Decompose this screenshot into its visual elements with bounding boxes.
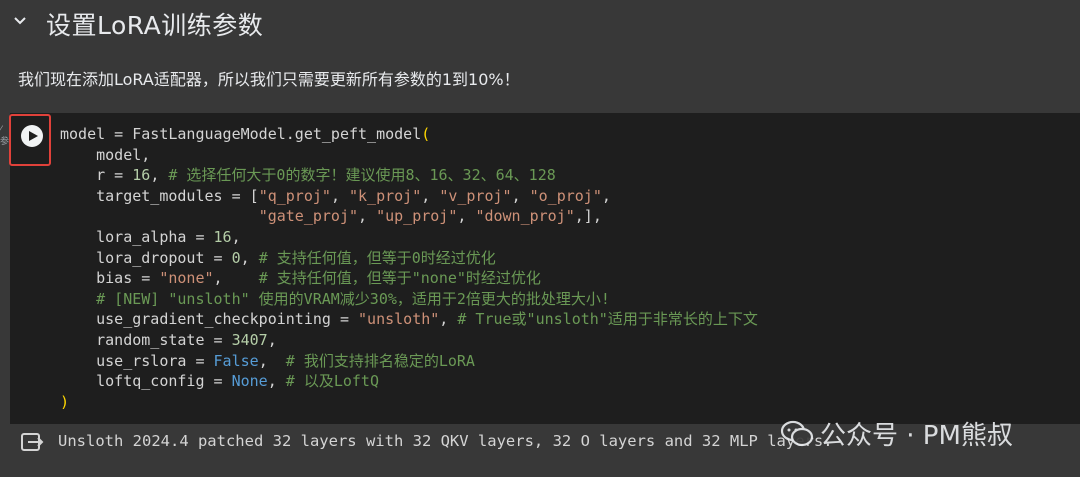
- chevron-down-icon[interactable]: [12, 13, 28, 29]
- gutter-marker: ⁄ 参: [0, 125, 10, 147]
- code-line: target_modules = ["q_proj", "k_proj", "v…: [60, 186, 758, 207]
- code-token: "q_proj": [258, 186, 331, 205]
- watermark-text: 公众号 · PM熊叔: [820, 421, 1013, 451]
- code-token: use_gradient_checkpointing =: [60, 310, 359, 329]
- code-token: random_state =: [60, 330, 232, 349]
- code-token: ,: [511, 186, 530, 205]
- code-token: "none": [159, 269, 214, 288]
- code-line: loftq_config = None, # 以及LoftQ: [60, 371, 758, 392]
- code-token: # 支持任何值，但等于"none"时经过优化: [258, 269, 541, 288]
- code-token: loftq_config =: [60, 372, 232, 391]
- code-token: lora_dropout =: [60, 248, 232, 267]
- code-token: ,],: [574, 207, 602, 226]
- code-token: ,: [358, 207, 377, 226]
- code-token: 0: [231, 248, 241, 267]
- code-token: "v_proj": [439, 186, 512, 205]
- section-title: 设置LoRA训练参数: [46, 11, 264, 40]
- code-line: use_gradient_checkpointing = "unsloth", …: [60, 309, 758, 330]
- code-token: r =: [60, 166, 133, 185]
- code-line: lora_alpha = 16,: [60, 227, 758, 248]
- code-token: 16: [132, 166, 151, 185]
- code-line: # [NEW] "unsloth" 使用的VRAM减少30%，适用于2倍更大的批…: [60, 289, 758, 310]
- code-token: ,: [601, 186, 611, 205]
- code-token: use_rslora =: [60, 351, 214, 370]
- code-token: ,: [258, 351, 286, 370]
- code-token: ,: [330, 186, 349, 205]
- code-token: ,: [267, 372, 286, 391]
- code-token: target_modules = [: [60, 186, 259, 205]
- code-token: "o_proj": [529, 186, 602, 205]
- code-token: # 以及LoftQ: [285, 372, 379, 391]
- code-editor[interactable]: model = FastLanguageModel.get_peft_model…: [60, 124, 758, 412]
- code-line: model = FastLanguageModel.get_peft_model…: [60, 124, 758, 145]
- code-token: None: [231, 372, 268, 391]
- code-line: bias = "none", # 支持任何值，但等于"none"时经过优化: [60, 268, 758, 289]
- code-token: ,: [421, 186, 440, 205]
- wechat-icon: [780, 420, 814, 446]
- code-token: # [NEW] "unsloth" 使用的VRAM减少30%，适用于2倍更大的批…: [96, 289, 610, 308]
- code-token: ,: [231, 227, 241, 246]
- code-line: lora_dropout = 0, # 支持任何值，但等于0时经过优化: [60, 248, 758, 269]
- code-token: "k_proj": [349, 186, 422, 205]
- code-token: lora_alpha =: [60, 227, 214, 246]
- output-icon: [21, 433, 44, 451]
- code-token: "up_proj": [376, 207, 458, 226]
- code-token: model,: [60, 145, 151, 164]
- code-token: ,: [267, 330, 277, 349]
- code-token: # True或"unsloth"适用于非常长的上下文: [457, 310, 758, 329]
- code-token: ,: [240, 248, 259, 267]
- code-token: model = FastLanguageModel.get_peft_model: [60, 125, 422, 143]
- code-token: 3407: [231, 330, 268, 349]
- code-token: "down_proj": [475, 207, 575, 226]
- code-line: ): [60, 392, 758, 413]
- code-line: use_rslora = False, # 我们支持排名稳定的LoRA: [60, 351, 758, 372]
- code-token: ,: [150, 166, 169, 185]
- cell-output: Unsloth 2024.4 patched 32 layers with 32…: [58, 432, 833, 450]
- code-token: ): [60, 392, 70, 411]
- code-token: # 选择任何大于0的数字！建议使用8、16、32、64、128: [168, 166, 556, 185]
- code-token: "unsloth": [358, 310, 440, 329]
- section-description: 我们现在添加LoRA适配器，所以我们只需要更新所有参数的1到10%！: [18, 70, 520, 89]
- code-token: 16: [213, 227, 232, 246]
- code-token: False: [213, 351, 259, 370]
- code-line: r = 16, # 选择任何大于0的数字！建议使用8、16、32、64、128: [60, 165, 758, 186]
- code-token: (: [421, 125, 431, 143]
- code-token: ,: [457, 207, 476, 226]
- code-line: "gate_proj", "up_proj", "down_proj",],: [60, 206, 758, 227]
- watermark: 公众号 · PM熊叔: [780, 415, 1013, 452]
- code-token: # 支持任何值，但等于0时经过优化: [258, 248, 496, 267]
- code-line: model,: [60, 145, 758, 166]
- code-token: # 我们支持排名稳定的LoRA: [285, 351, 475, 370]
- code-line: random_state = 3407,: [60, 330, 758, 351]
- code-token: ,: [213, 269, 259, 288]
- section-header: 设置LoRA训练参数: [0, 0, 1080, 50]
- play-icon[interactable]: [21, 125, 43, 147]
- code-token: ,: [439, 310, 458, 329]
- code-token: bias =: [60, 269, 160, 288]
- code-token: "gate_proj": [258, 207, 359, 226]
